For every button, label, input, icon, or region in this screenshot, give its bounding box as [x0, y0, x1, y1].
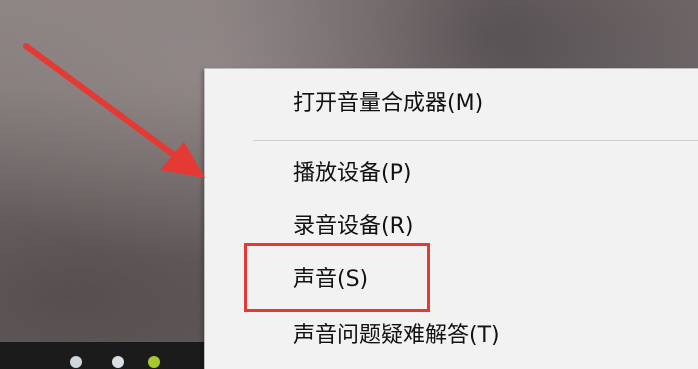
tray-app-icon[interactable] [70, 356, 82, 368]
sound-context-menu: 打开音量合成器(M) 播放设备(P) 录音设备(R) 声音(S) 声音问题疑难解… [204, 68, 698, 369]
menu-item-open-volume-mixer[interactable]: 打开音量合成器(M) [293, 84, 483, 124]
tray-app-icon[interactable] [112, 356, 124, 368]
tray-app-icon[interactable] [148, 356, 160, 368]
menu-item-recording-devices[interactable]: 录音设备(R) [293, 207, 413, 247]
highlight-box [244, 243, 430, 312]
menu-separator [253, 140, 698, 141]
taskbar [0, 342, 220, 369]
menu-item-troubleshoot-sound[interactable]: 声音问题疑难解答(T) [293, 316, 500, 356]
menu-item-playback-devices[interactable]: 播放设备(P) [293, 154, 411, 194]
